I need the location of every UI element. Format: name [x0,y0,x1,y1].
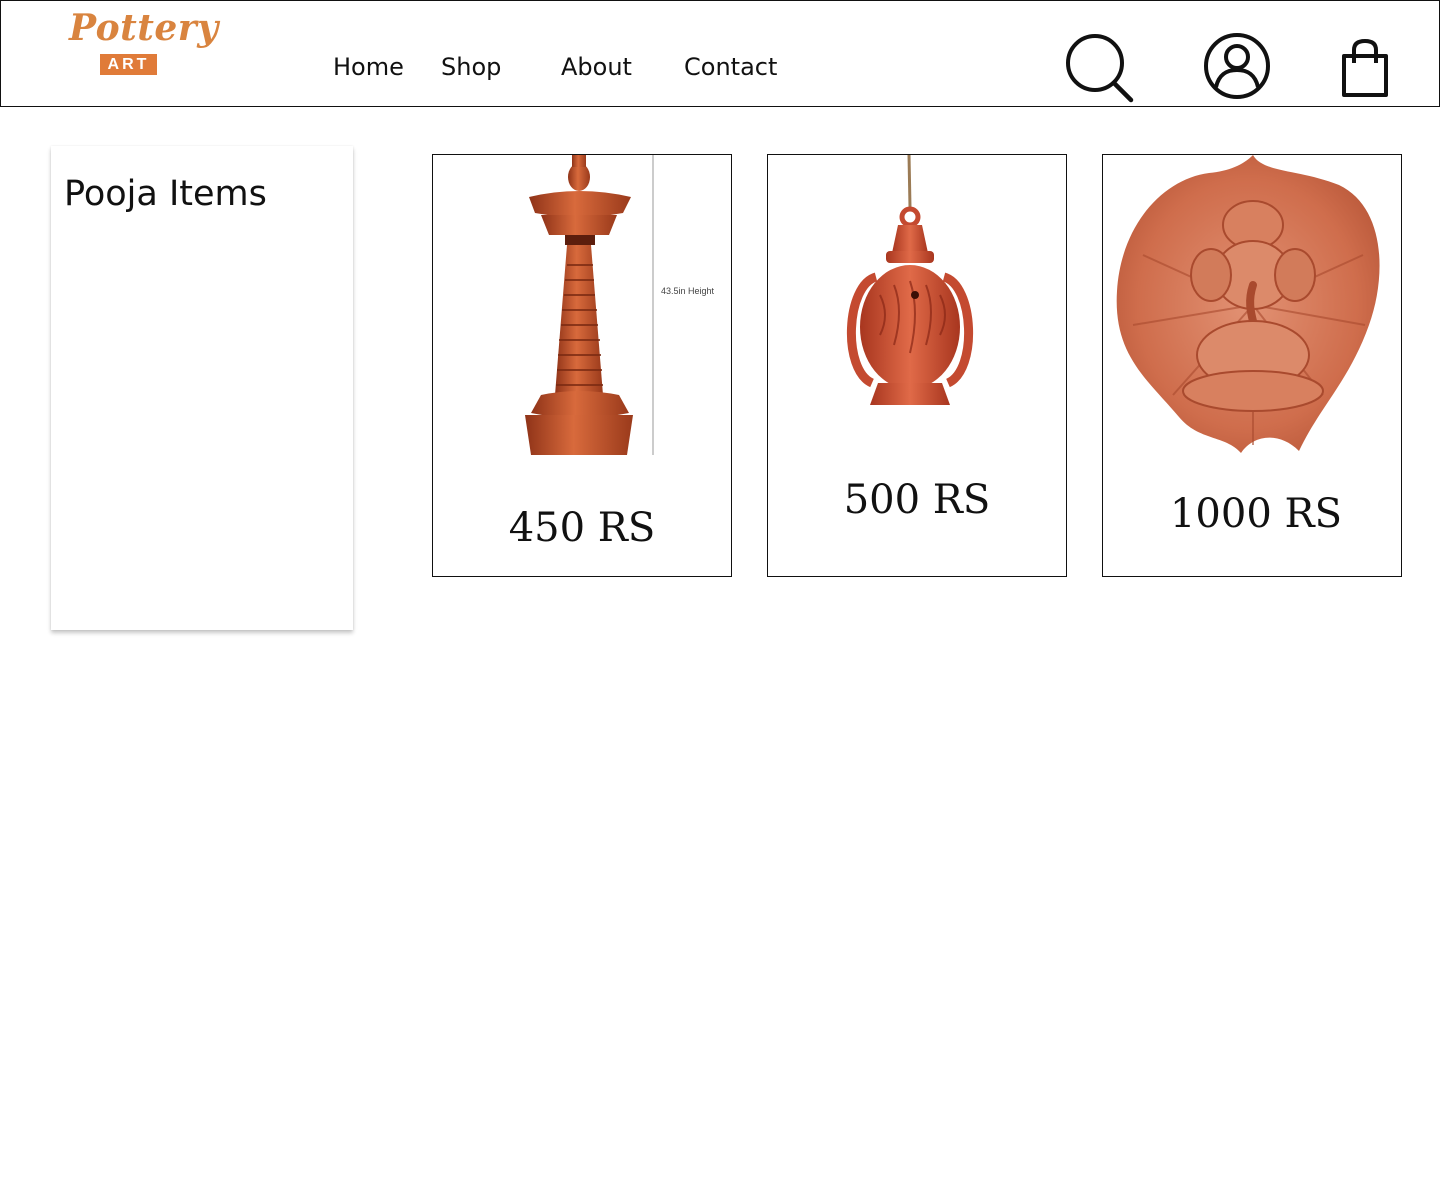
product-card-ganesha-leaf[interactable]: 1000 RS [1102,154,1402,577]
product-card-lantern[interactable]: 500 RS [767,154,1067,577]
ganesha-leaf-image [1103,155,1401,455]
oil-lamp-image: 43.5in Height [433,155,731,455]
category-sidebar: Pooja Items [51,146,353,630]
logo-script-text: Pottery [69,7,219,49]
logo-badge: ART [100,54,157,75]
height-label: 43.5in Height [661,286,715,296]
site-header: Pottery ART Home Shop About Contact [0,0,1440,107]
category-title: Pooja Items [64,174,267,214]
product-card-oil-lamp[interactable]: 43.5in Height 450 RS [432,154,732,577]
product-price: 500 RS [843,477,991,523]
nav-about[interactable]: About [561,53,632,81]
nav-shop[interactable]: Shop [441,53,501,81]
lantern-image [768,155,1066,455]
nav-contact[interactable]: Contact [684,53,777,81]
pottery-art-logo[interactable]: Pottery ART [67,7,218,81]
shopping-bag-icon[interactable] [1339,38,1391,99]
search-icon[interactable] [1063,33,1135,103]
product-price: 1000 RS [1169,491,1343,537]
product-price: 450 RS [508,505,656,551]
user-account-icon[interactable] [1203,32,1271,100]
nav-home[interactable]: Home [333,53,404,81]
